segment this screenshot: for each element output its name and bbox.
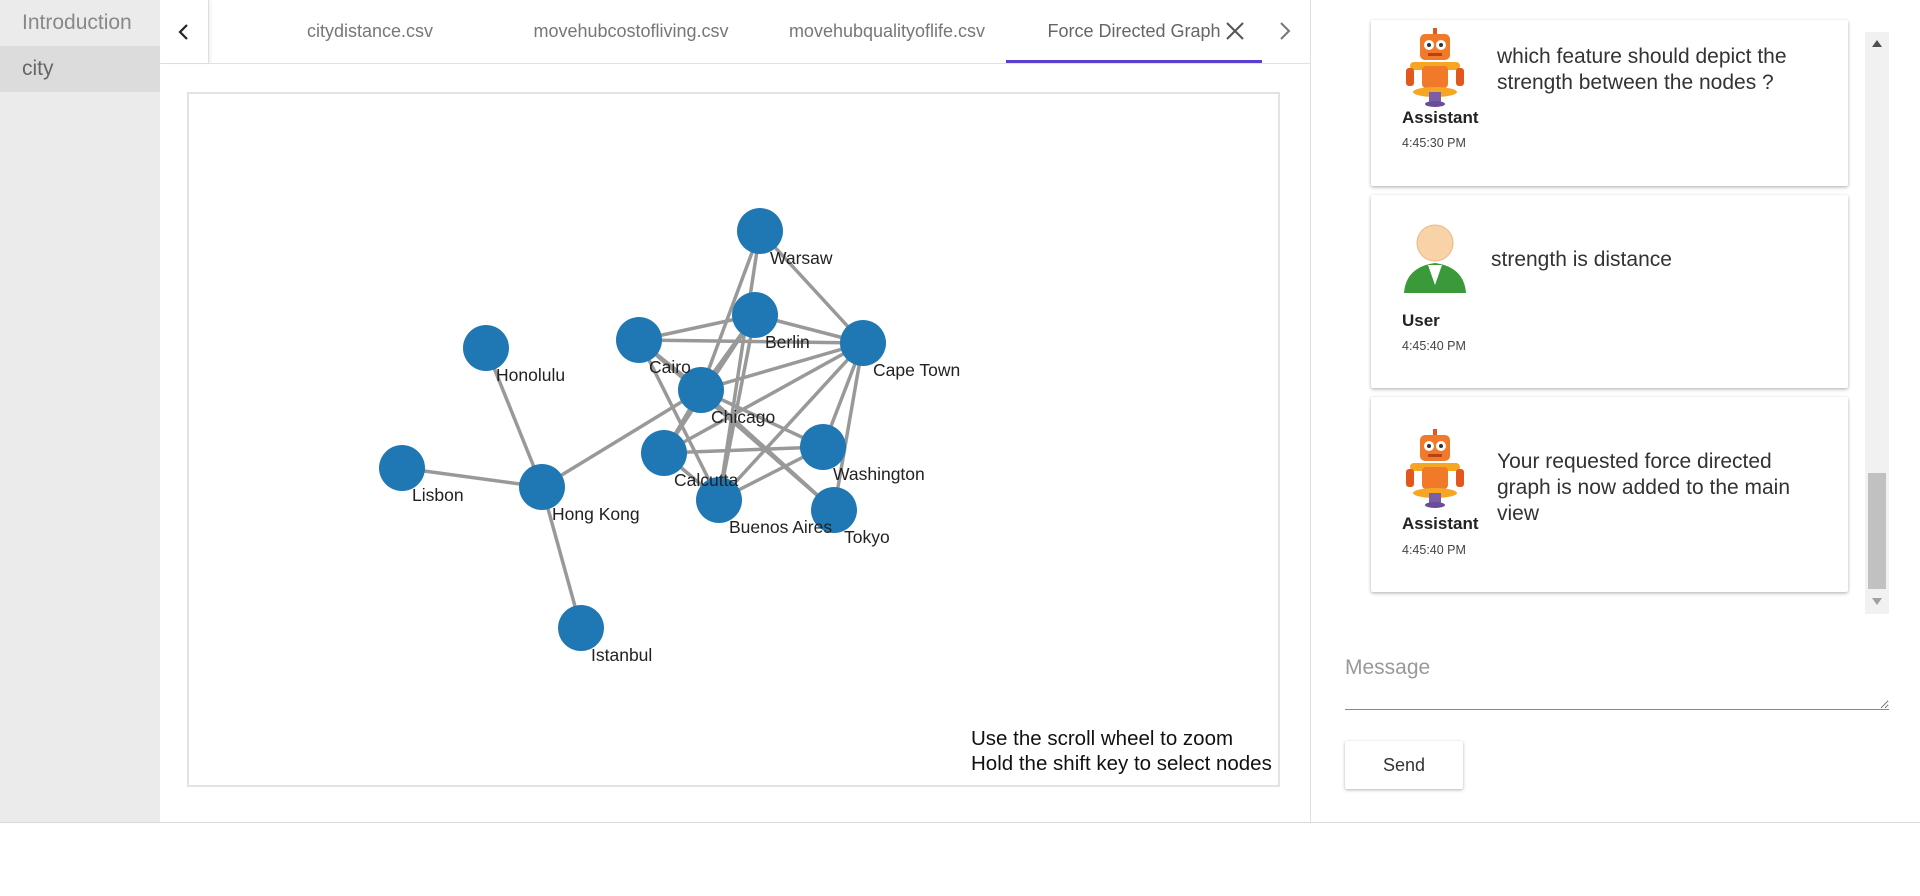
chat-message: which feature should depict the strength… — [1371, 20, 1848, 186]
chat-message: Your requested force directed graph is n… — [1371, 397, 1848, 592]
graph-node-label: Berlin — [765, 332, 810, 352]
message-timestamp: 4:45:30 PM — [1402, 136, 1466, 150]
sidebar-item-introduction[interactable]: Introduction — [0, 0, 160, 46]
message-sender: Assistant — [1402, 108, 1479, 127]
graph-node-label: Washington — [833, 464, 925, 484]
graph-canvas[interactable]: Warsaw Berlin Cairo Cape Town Honolulu Chicag… — [187, 92, 1280, 787]
graph-node-label: Cairo — [649, 357, 691, 377]
graph-link — [663, 445, 824, 455]
hint-select: Hold the shift key to select nodes — [971, 752, 1272, 775]
graph-node-label: Lisbon — [412, 485, 464, 505]
robot-icon — [1406, 28, 1464, 107]
tab-bar: citydistance.csv movehubcostofliving.csv… — [160, 0, 1310, 64]
graph-node-label: Buenos Aires — [729, 517, 832, 537]
graph-node-label: Cape Town — [873, 360, 960, 380]
chat-scrollbar[interactable] — [1865, 32, 1889, 614]
chevron-right-icon[interactable] — [1272, 18, 1298, 44]
graph-node-label: Chicago — [711, 407, 775, 427]
scroll-down-icon[interactable] — [1871, 595, 1883, 607]
graph-node-label: Tokyo — [844, 527, 890, 547]
chevron-left-icon — [178, 23, 188, 40]
message-text: which feature should depict the strength… — [1497, 45, 1787, 94]
scroll-up-icon[interactable] — [1871, 38, 1883, 50]
send-button[interactable]: Send — [1345, 741, 1463, 789]
user-icon — [1404, 224, 1466, 293]
sidebar-item-city[interactable]: city — [0, 46, 160, 92]
graph-hint: Use the scroll wheel to zoom Hold the sh… — [971, 726, 1272, 776]
graph-node-label: Hong Kong — [552, 504, 640, 524]
graph-node-label: Istanbul — [591, 645, 652, 665]
tab-scroll-left-button[interactable] — [160, 0, 209, 63]
tab-movehubqualityoflife[interactable]: movehubqualityoflife.csv — [770, 0, 1004, 63]
graph-links — [401, 229, 865, 629]
chat-message: strength is distance User 4:45:40 PM — [1371, 195, 1848, 388]
force-directed-graph[interactable]: Warsaw Berlin Cairo Cape Town Honolulu Chicag… — [189, 94, 1282, 789]
message-sender: Assistant — [1402, 514, 1479, 533]
graph-node-label: Calcutta — [674, 470, 738, 490]
main-view: citydistance.csv movehubcostofliving.csv… — [160, 0, 1310, 822]
active-tab-indicator — [1006, 60, 1262, 63]
graph-node-label: Honolulu — [496, 365, 565, 385]
hint-zoom: Use the scroll wheel to zoom — [971, 727, 1234, 750]
sidebar: Introduction city — [0, 0, 160, 822]
close-icon[interactable] — [1220, 16, 1250, 46]
tab-citydistance[interactable]: citydistance.csv — [270, 0, 470, 63]
graph-nodes — [379, 208, 886, 651]
scroll-thumb[interactable] — [1868, 473, 1886, 589]
message-text: Your requested force directed graph is n… — [1497, 450, 1791, 525]
chat-panel: which feature should depict the strength… — [1311, 0, 1920, 822]
message-input[interactable] — [1345, 650, 1889, 710]
graph-node-label: Warsaw — [770, 248, 833, 268]
bottom-border — [0, 822, 1920, 823]
tab-movehubcostofliving[interactable]: movehubcostofliving.csv — [496, 0, 766, 63]
message-sender: User — [1402, 311, 1440, 330]
message-timestamp: 4:45:40 PM — [1402, 339, 1466, 353]
message-text: strength is distance — [1491, 248, 1672, 271]
message-timestamp: 4:45:40 PM — [1402, 543, 1466, 557]
graph-link — [638, 338, 864, 345]
robot-icon — [1406, 429, 1464, 508]
